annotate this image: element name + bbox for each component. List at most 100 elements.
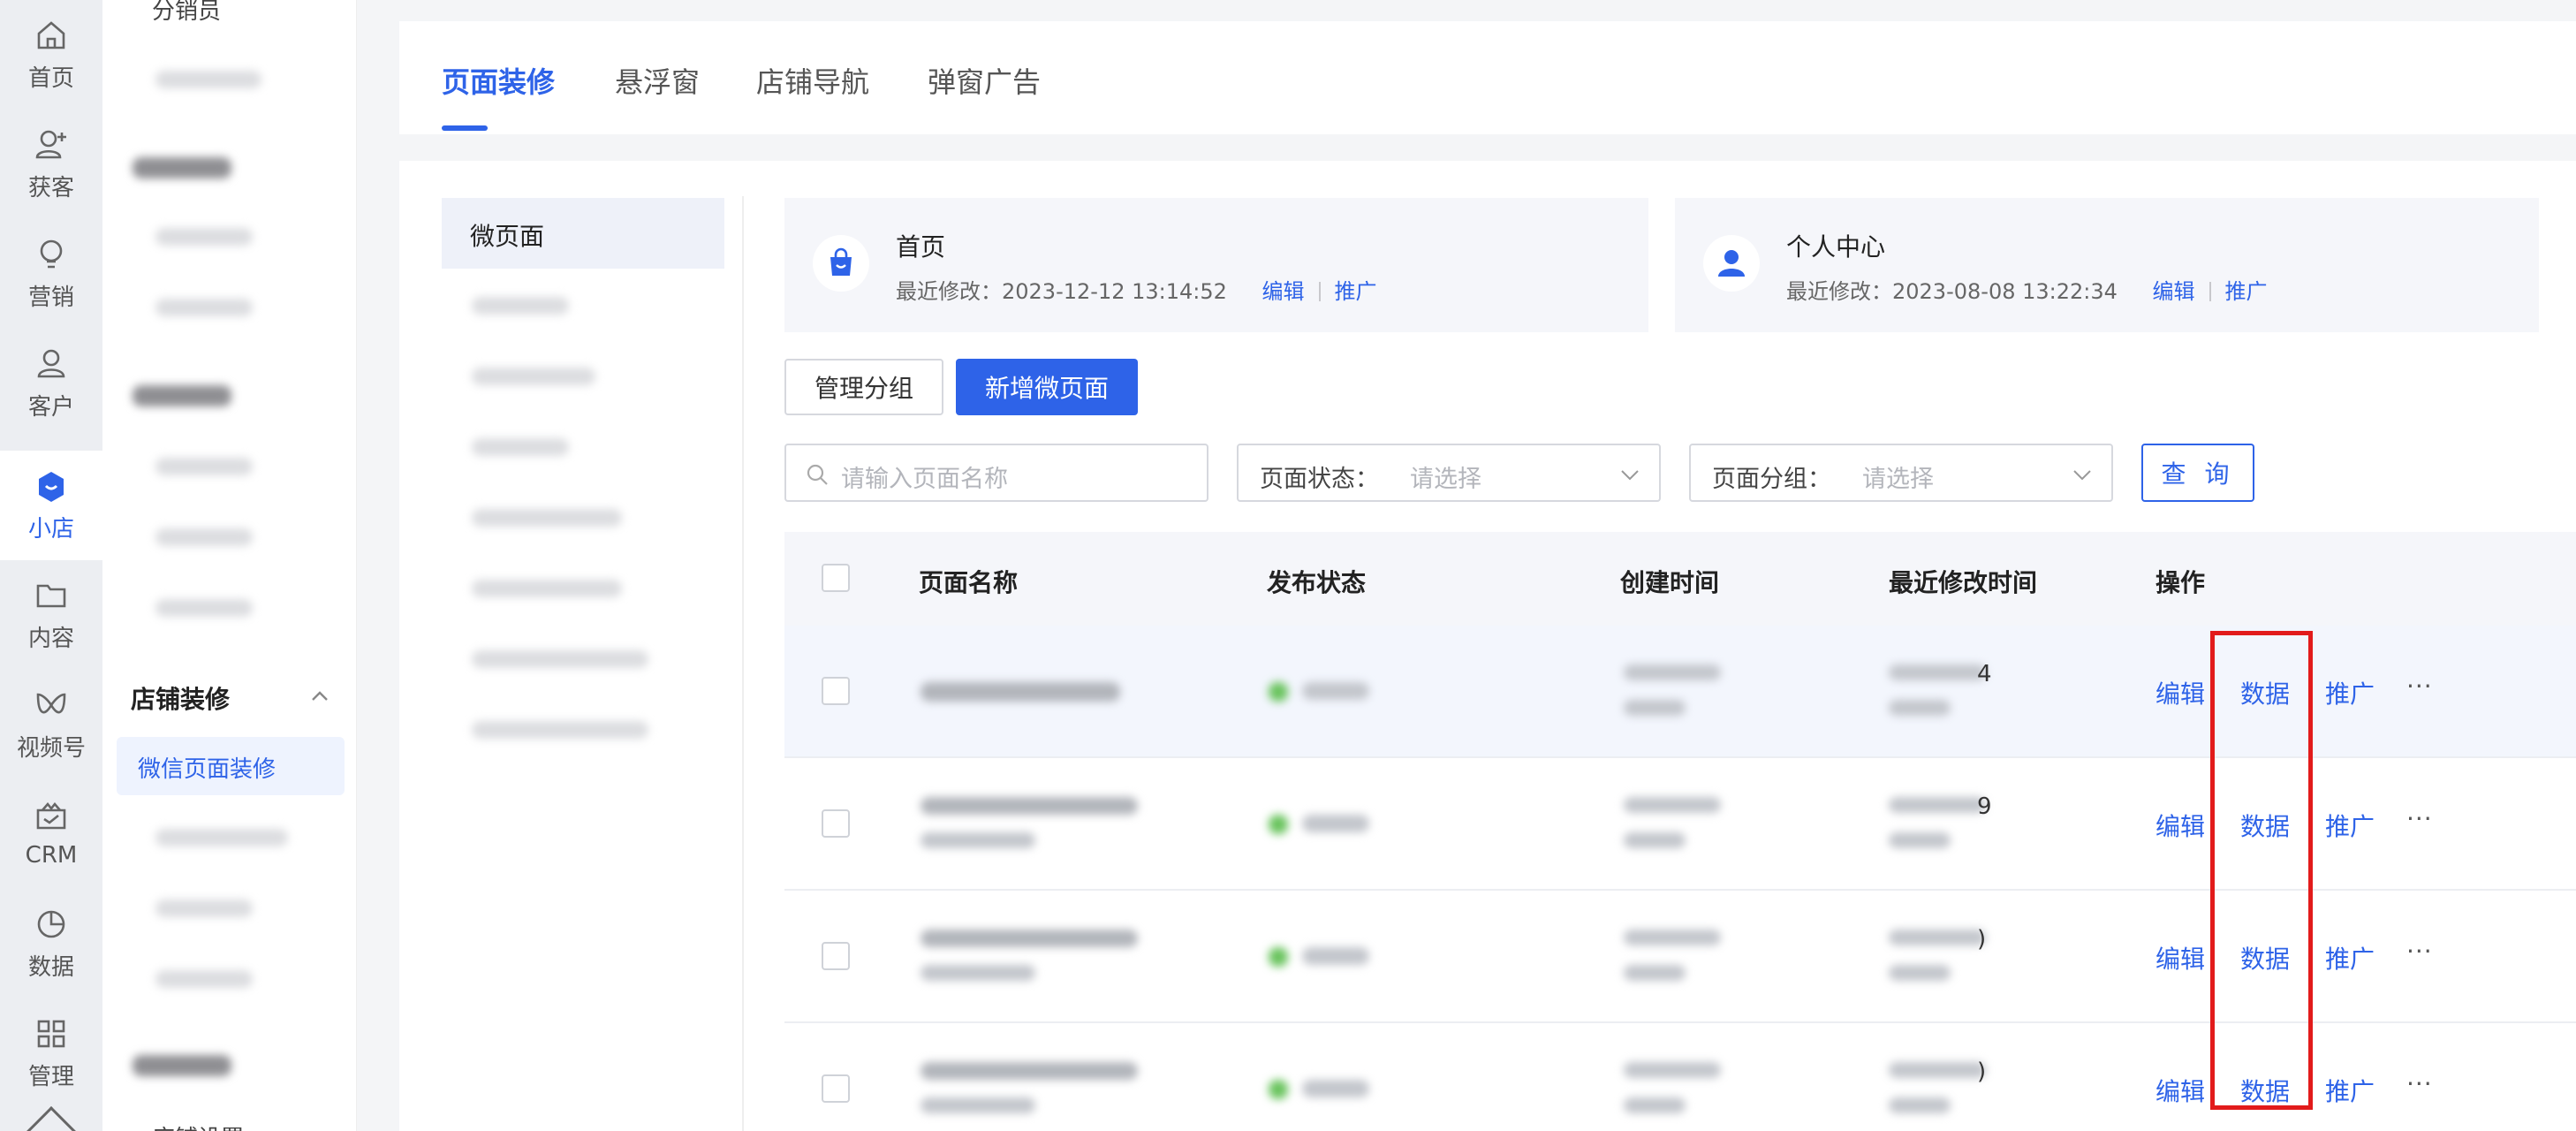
search-icon [807, 464, 828, 485]
blurred-created-time [1624, 700, 1686, 716]
promote-link[interactable]: 推广 [2325, 808, 2375, 843]
more-icon[interactable]: ··· [2406, 937, 2433, 966]
group-item-micro-page[interactable]: 微页面 [442, 198, 724, 269]
promote-link[interactable]: 推广 [2325, 1073, 2375, 1108]
blurred-modified-time [1889, 797, 1986, 813]
pie-chart-icon [37, 910, 65, 937]
edit-link[interactable]: 编辑 [2156, 940, 2205, 975]
sidebar-item-wechat-page[interactable]: 微信页面装修 [117, 737, 345, 795]
tab-page-decoration[interactable]: 页面装修 [442, 60, 555, 101]
modified-time-tail: 4 [1977, 661, 1992, 687]
blurred-created-time [1624, 1097, 1686, 1113]
blurred-section-header[interactable] [133, 385, 231, 406]
column-header: 创建时间 [1620, 568, 1720, 597]
row-checkbox[interactable] [822, 1074, 850, 1103]
more-icon[interactable]: ··· [2406, 804, 2433, 833]
blurred-menu-item[interactable] [155, 528, 253, 546]
active-tab-indicator [442, 125, 488, 131]
blurred-group-item[interactable] [472, 438, 569, 456]
status-dot [1269, 1080, 1288, 1099]
search-input[interactable]: 请输入页面名称 [784, 444, 1208, 502]
column-header: 页面名称 [919, 568, 1019, 597]
column-header: 操作 [2156, 568, 2206, 597]
blurred-section-header[interactable] [133, 157, 231, 178]
page-group-select[interactable]: 页面分组： 请选择 [1689, 444, 2113, 502]
edit-link[interactable]: 编辑 [2156, 675, 2205, 710]
blurred-group-item[interactable] [472, 580, 622, 597]
sidebar-section-title[interactable]: 店铺装修 [131, 680, 230, 716]
modified-time: 2023-08-08 13:22:34 [1892, 279, 2118, 304]
rail-label: 客户 [27, 393, 74, 421]
sidebar-item-distributor[interactable]: 分销员 [152, 0, 221, 26]
row-checkbox[interactable] [822, 677, 850, 705]
blurred-group-item[interactable] [472, 650, 648, 668]
channels-icon [36, 693, 66, 713]
select-all-checkbox[interactable] [822, 564, 850, 592]
row-checkbox[interactable] [822, 809, 850, 838]
rail-item-channels[interactable]: 视频号 [0, 670, 102, 779]
manage-groups-button[interactable]: 管理分组 [784, 359, 943, 415]
grid-icon [37, 1020, 65, 1047]
blurred-modified-time [1889, 1097, 1951, 1113]
sidebar-item-label: 微信页面装修 [138, 756, 277, 783]
rail-item-acquire[interactable]: 获客 [0, 110, 102, 219]
row-checkbox[interactable] [822, 942, 850, 970]
rail-label: 数据 [27, 953, 74, 981]
chevron-up-icon[interactable] [311, 689, 329, 702]
blurred-modified-time [1889, 700, 1951, 716]
card-meta: 最近修改：2023-08-08 13:22:34 编辑 推广 [1786, 274, 2268, 305]
blurred-status [1302, 947, 1369, 965]
promote-link[interactable]: 推广 [2325, 675, 2375, 710]
edit-link[interactable]: 编辑 [2153, 279, 2195, 304]
blurred-menu-item[interactable] [155, 899, 253, 917]
tab-shop-navigation[interactable]: 店铺导航 [756, 60, 869, 101]
query-button[interactable]: 查 询 [2141, 444, 2254, 502]
blurred-menu-item[interactable] [155, 599, 253, 617]
blurred-page-name [921, 1097, 1035, 1113]
rail-item-marketing[interactable]: 营销 [0, 219, 102, 329]
blurred-menu-item[interactable] [155, 71, 261, 88]
primary-nav-rail: 首页 获客 营销 客户 小店 内容 视频号 CRM 数据 管理 [0, 0, 102, 1131]
rail-label: 视频号 [16, 734, 86, 762]
blurred-section-header[interactable] [133, 1055, 231, 1076]
blurred-group-item[interactable] [472, 297, 569, 315]
blurred-modified-time [1889, 930, 1986, 945]
page-status-select[interactable]: 页面状态： 请选择 [1237, 444, 1661, 502]
blurred-menu-item[interactable] [155, 299, 253, 316]
tab-floating-window[interactable]: 悬浮窗 [615, 60, 700, 101]
rail-item-home[interactable]: 首页 [0, 0, 102, 110]
blurred-group-item[interactable] [472, 509, 622, 527]
tab-popup-ads[interactable]: 弹窗广告 [928, 60, 1041, 101]
blurred-group-item[interactable] [472, 721, 648, 739]
rail-label: 管理 [27, 1063, 74, 1090]
status-label: 页面状态： [1260, 466, 1379, 493]
sidebar-item-shop-settings[interactable]: 店铺设置 [152, 1120, 244, 1131]
blurred-menu-item[interactable] [155, 458, 253, 475]
more-icon[interactable]: ··· [2406, 672, 2433, 701]
blurred-menu-item[interactable] [155, 829, 288, 846]
blurred-menu-item[interactable] [155, 228, 253, 246]
edit-link[interactable]: 编辑 [2156, 808, 2205, 843]
promote-link[interactable]: 推广 [2225, 279, 2268, 304]
blurred-group-item[interactable] [472, 368, 595, 385]
rail-item-customers[interactable]: 客户 [0, 329, 102, 438]
promote-link[interactable]: 推广 [1335, 279, 1377, 304]
edit-link[interactable]: 编辑 [2156, 1073, 2205, 1108]
divider [1318, 282, 1321, 301]
blurred-page-name [921, 682, 1120, 702]
rail-item-crm[interactable]: CRM [0, 779, 102, 889]
rail-item-manage[interactable]: 管理 [0, 998, 102, 1108]
rail-item-shop[interactable]: 小店 [0, 451, 102, 560]
blurred-menu-item[interactable] [155, 970, 253, 988]
chevron-up-icon[interactable] [21, 1106, 81, 1131]
promote-link[interactable]: 推广 [2325, 940, 2375, 975]
blurred-page-name [921, 930, 1138, 947]
new-page-button[interactable]: 新增微页面 [956, 359, 1138, 415]
more-icon[interactable]: ··· [2406, 1069, 2433, 1098]
highlight-box [2210, 631, 2313, 1110]
edit-link[interactable]: 编辑 [1262, 279, 1305, 304]
rail-item-content[interactable]: 内容 [0, 560, 102, 670]
rail-item-data[interactable]: 数据 [0, 889, 102, 998]
status-placeholder: 请选择 [1410, 466, 1481, 493]
rail-label: CRM [25, 842, 78, 869]
